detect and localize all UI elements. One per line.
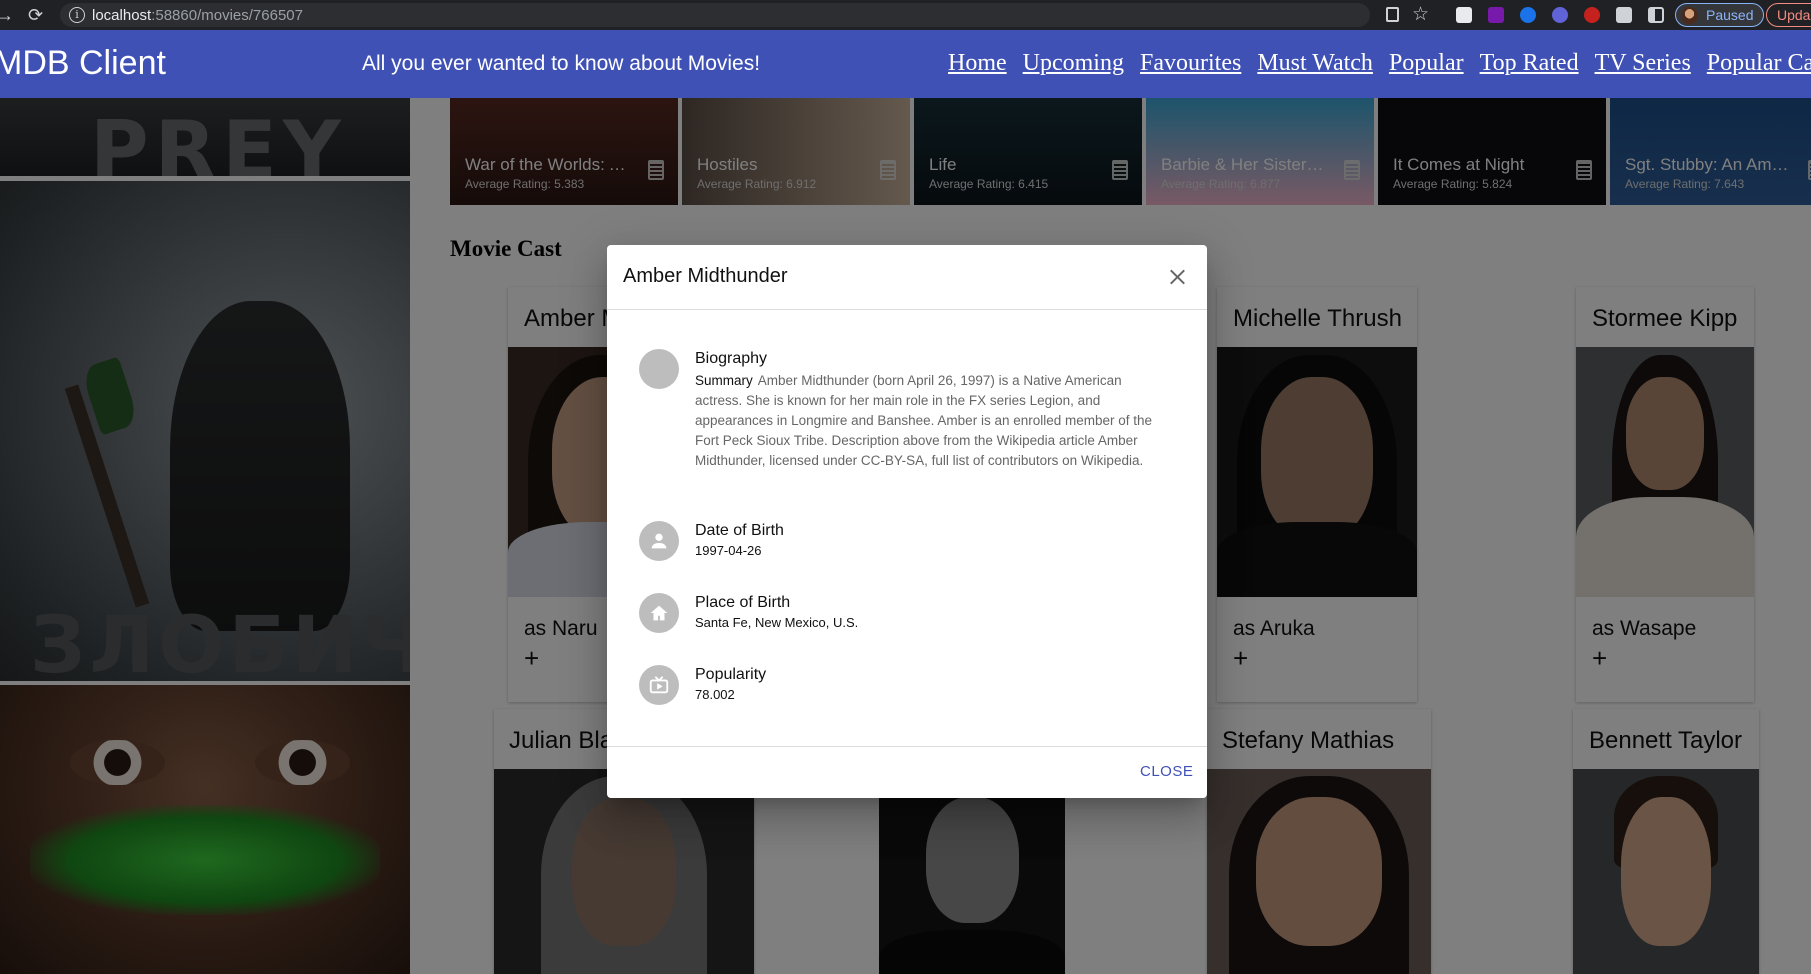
- home-icon: [650, 605, 668, 621]
- share-icon[interactable]: [1386, 7, 1399, 22]
- profile-button[interactable]: Paused: [1675, 3, 1765, 27]
- url-text: localhost:58860/movies/766507: [92, 7, 303, 24]
- side-panel-icon[interactable]: [1648, 7, 1664, 23]
- recorder-extension-icon[interactable]: [1584, 7, 1600, 23]
- person-icon-avatar: [639, 521, 679, 561]
- main-nav: Home Upcoming Favourites Must Watch Popu…: [948, 50, 1811, 77]
- app-header: MDB Client All you ever wanted to know a…: [0, 30, 1811, 98]
- biography-text: Summary Amber Midthunder (born April 26, …: [695, 371, 1165, 471]
- avatar: [1681, 7, 1698, 24]
- date-of-birth-item: Date of Birth 1997-04-26: [639, 521, 1179, 565]
- summary-label: Summary: [695, 373, 753, 388]
- close-button[interactable]: CLOSE: [1140, 763, 1193, 780]
- nav-must-watch[interactable]: Must Watch: [1257, 50, 1373, 77]
- app-tagline: All you ever wanted to know about Movies…: [362, 52, 761, 75]
- extension-icon[interactable]: [1456, 7, 1472, 23]
- pob-value: Santa Fe, New Mexico, U.S.: [695, 615, 859, 630]
- place-of-birth-item: Place of Birth Santa Fe, New Mexico, U.S…: [639, 593, 1179, 637]
- nav-tv-series[interactable]: TV Series: [1595, 50, 1691, 77]
- nav-favourites[interactable]: Favourites: [1140, 50, 1241, 77]
- summary-text: Amber Midthunder (born April 26, 1997) i…: [695, 373, 1153, 468]
- dob-value: 1997-04-26: [695, 543, 762, 558]
- site-info-icon[interactable]: i: [69, 7, 85, 23]
- dialog-title: Amber Midthunder: [623, 265, 788, 287]
- nav-upcoming[interactable]: Upcoming: [1023, 50, 1124, 77]
- onenote-extension-icon[interactable]: [1488, 7, 1504, 23]
- tv-icon-avatar: [639, 665, 679, 705]
- nav-popular[interactable]: Popular: [1389, 50, 1464, 77]
- gear-extension-icon[interactable]: [1552, 7, 1568, 23]
- live-tv-icon: [649, 676, 669, 694]
- biography-label: Biography: [695, 350, 768, 367]
- dob-label: Date of Birth: [695, 522, 784, 539]
- popularity-label: Popularity: [695, 666, 767, 683]
- app-brand[interactable]: MDB Client: [0, 44, 166, 83]
- nav-home[interactable]: Home: [948, 50, 1007, 77]
- browser-toolbar: → ⟳ i localhost:58860/movies/766507 ☆ Pa…: [0, 0, 1811, 30]
- address-bar[interactable]: i localhost:58860/movies/766507: [60, 3, 1370, 27]
- back-icon[interactable]: →: [0, 5, 14, 26]
- nav-popular-cast[interactable]: Popular Ca: [1707, 50, 1811, 77]
- pob-label: Place of Birth: [695, 594, 791, 611]
- dialog-divider-top: [607, 309, 1207, 310]
- puzzle-extensions-icon[interactable]: [1616, 7, 1632, 23]
- person-icon: [651, 533, 667, 549]
- biography-item: Biography Summary Amber Midthunder (born …: [639, 349, 1179, 499]
- close-icon[interactable]: [1165, 264, 1191, 290]
- popularity-value: 78.002: [695, 687, 735, 702]
- popularity-item: Popularity 78.002: [639, 665, 1179, 709]
- update-button[interactable]: Upda: [1766, 3, 1811, 27]
- profile-status: Paused: [1706, 7, 1754, 23]
- person-detail-dialog: Amber Midthunder Biography Summary Amber …: [607, 245, 1207, 798]
- avatar: [639, 349, 679, 389]
- bookmark-star-icon[interactable]: ☆: [1412, 3, 1429, 26]
- dialog-divider-bottom: [607, 746, 1207, 747]
- gem-extension-icon[interactable]: [1520, 7, 1536, 23]
- reload-icon[interactable]: ⟳: [28, 5, 43, 26]
- home-icon-avatar: [639, 593, 679, 633]
- nav-top-rated[interactable]: Top Rated: [1480, 50, 1579, 77]
